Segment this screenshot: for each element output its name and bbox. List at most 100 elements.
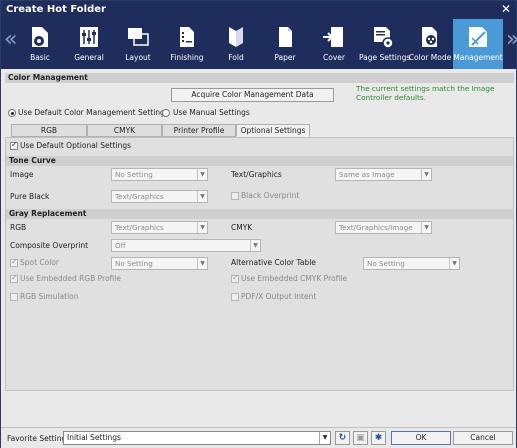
pdfx-output-intent-checkbox[interactable] <box>231 293 239 301</box>
favorite-setting-select[interactable]: Initial Settings ▼ <box>63 431 331 445</box>
select-value: No Setting <box>115 170 153 179</box>
use-embedded-cmyk-profile-checkbox[interactable] <box>231 273 239 283</box>
select-value: Text/Graphics <box>115 223 164 232</box>
use-default-color-management-label: Use Default Color Management Settings <box>18 108 169 117</box>
tab-printer-profile[interactable]: Printer Profile <box>162 124 236 137</box>
gray-rgb-label: RGB <box>10 223 27 232</box>
nav-item-finishing[interactable]: Finishing <box>165 19 209 69</box>
select-value: Off <box>115 241 126 250</box>
composite-overprint-label: Composite Overprint <box>10 241 89 250</box>
nav-item-label: General <box>74 53 104 62</box>
gray-cmyk-label: CMYK <box>231 223 253 232</box>
chevron-down-icon: ▼ <box>197 258 207 269</box>
layout-icon <box>128 28 149 46</box>
cancel-button[interactable]: Cancel <box>453 431 513 445</box>
rgb-simulation-checkbox[interactable] <box>10 293 18 301</box>
select-value: Text/Graphics/Image <box>339 223 413 232</box>
select-value: No Setting <box>115 259 153 268</box>
use-default-color-management-radio[interactable] <box>8 109 16 117</box>
chevron-down-icon: ▼ <box>250 240 260 251</box>
gear-folder-icon <box>32 27 48 47</box>
use-default-optional-settings-label: Use Default Optional Settings <box>20 141 132 150</box>
chevron-down-icon: ▼ <box>421 222 431 233</box>
chevron-down-icon: ▼ <box>197 191 207 202</box>
use-embedded-rgb-profile-label: Use Embedded RGB Profile <box>20 274 121 283</box>
alternative-color-table-select[interactable]: No Setting ▼ <box>363 257 460 270</box>
nav-item-basic[interactable]: Basic <box>18 19 62 69</box>
alternative-color-table-label: Alternative Color Table <box>231 258 316 267</box>
black-overprint-label: Black Overprint <box>241 191 300 200</box>
rgb-simulation-label: RGB Simulation <box>20 292 79 301</box>
black-overprint-checkbox[interactable] <box>231 192 239 200</box>
gray-replacement-rgb-select[interactable]: Text/Graphics ▼ <box>111 221 208 234</box>
chevron-down-icon: ▼ <box>197 222 207 233</box>
select-value: Same as Image <box>339 170 395 179</box>
nav-item-label: Cover <box>323 53 345 62</box>
nav-item-label: Color Mode <box>408 53 452 62</box>
chevron-down-icon: ▼ <box>319 432 330 444</box>
nav-next-icon[interactable]: » <box>506 27 517 52</box>
image-tone-curve-select[interactable]: No Setting ▼ <box>111 168 208 181</box>
nav-item-page-settings[interactable]: Page Settings <box>359 19 411 69</box>
select-value: Text/Graphics <box>115 192 164 201</box>
gray-replacement-cmyk-select[interactable]: Text/Graphics/Image ▼ <box>335 221 432 234</box>
chevron-down-icon: ▼ <box>421 169 431 180</box>
text-graphics-label: Text/Graphics <box>231 170 282 179</box>
category-nav: « » Basic General Layout Finishing Fold … <box>1 19 517 69</box>
tone-curve-header: Tone Curve <box>6 156 513 166</box>
nav-item-label: Fold <box>228 53 244 62</box>
acquire-color-management-button[interactable]: Acquire Color Management Data <box>171 88 334 102</box>
page-settings-icon <box>374 27 394 49</box>
finishing-icon <box>180 27 194 47</box>
window-title: Create Hot Folder <box>6 4 106 15</box>
spot-color-checkbox[interactable] <box>10 257 18 267</box>
management-icon <box>469 27 487 47</box>
pure-black-label: Pure Black <box>10 192 50 201</box>
use-embedded-rgb-profile-checkbox[interactable] <box>10 273 18 283</box>
title-bar: Create Hot Folder ✕ <box>1 1 516 19</box>
create-hot-folder-dialog: Create Hot Folder ✕ « » Basic General La… <box>0 0 517 448</box>
color-management-header: Color Management <box>5 73 514 83</box>
cover-icon <box>323 27 343 47</box>
use-manual-settings-radio[interactable] <box>162 109 170 117</box>
paper-icon <box>279 27 292 47</box>
ok-button[interactable]: OK <box>391 431 451 445</box>
chevron-down-icon: ▼ <box>197 169 207 180</box>
nav-item-label: Paper <box>274 53 296 62</box>
nav-item-cover[interactable]: Cover <box>312 19 356 69</box>
nav-item-label: Page Settings <box>359 53 411 62</box>
nav-item-management[interactable]: Management <box>453 19 503 69</box>
use-default-optional-settings-checkbox[interactable] <box>10 140 18 150</box>
favorite-star-icon[interactable]: ✱ <box>371 431 386 445</box>
tab-rgb[interactable]: RGB <box>11 124 87 137</box>
nav-item-label: Layout <box>125 53 151 62</box>
select-value: No Setting <box>367 259 405 268</box>
text-graphics-tone-curve-select[interactable]: Same as Image ▼ <box>335 168 432 181</box>
save-favorite-icon[interactable]: ▣ <box>353 431 368 445</box>
refresh-icon[interactable]: ↻ <box>335 431 350 445</box>
select-value: Initial Settings <box>67 433 121 442</box>
gray-replacement-header: Gray Replacement <box>6 209 513 219</box>
fold-icon <box>229 27 243 47</box>
dialog-footer: Favorite Setting Initial Settings ▼ ↻ ▣ ✱… <box>1 427 516 448</box>
use-manual-settings-label: Use Manual Settings <box>173 108 250 117</box>
nav-item-color-mode[interactable]: Color Mode <box>407 19 453 69</box>
nav-item-general[interactable]: General <box>67 19 111 69</box>
nav-prev-icon[interactable]: « <box>4 27 17 52</box>
chevron-down-icon: ▼ <box>449 258 459 269</box>
composite-overprint-select[interactable]: Off ▼ <box>111 239 261 252</box>
nav-item-paper[interactable]: Paper <box>263 19 307 69</box>
status-note-line: Controller defaults. <box>356 92 427 102</box>
spot-color-select[interactable]: No Setting ▼ <box>111 257 208 270</box>
nav-item-label: Management <box>453 53 503 62</box>
spot-color-label: Spot Color <box>20 258 60 267</box>
pure-black-select[interactable]: Text/Graphics ▼ <box>111 190 208 203</box>
tab-optional-settings[interactable]: Optional Settings <box>236 124 310 137</box>
close-icon[interactable]: ✕ <box>501 2 511 16</box>
tab-cmyk[interactable]: CMYK <box>87 124 162 137</box>
nav-item-layout[interactable]: Layout <box>116 19 160 69</box>
color-mode-icon <box>422 27 437 47</box>
image-label: Image <box>10 170 34 179</box>
nav-item-label: Finishing <box>170 53 204 62</box>
nav-item-fold[interactable]: Fold <box>214 19 258 69</box>
